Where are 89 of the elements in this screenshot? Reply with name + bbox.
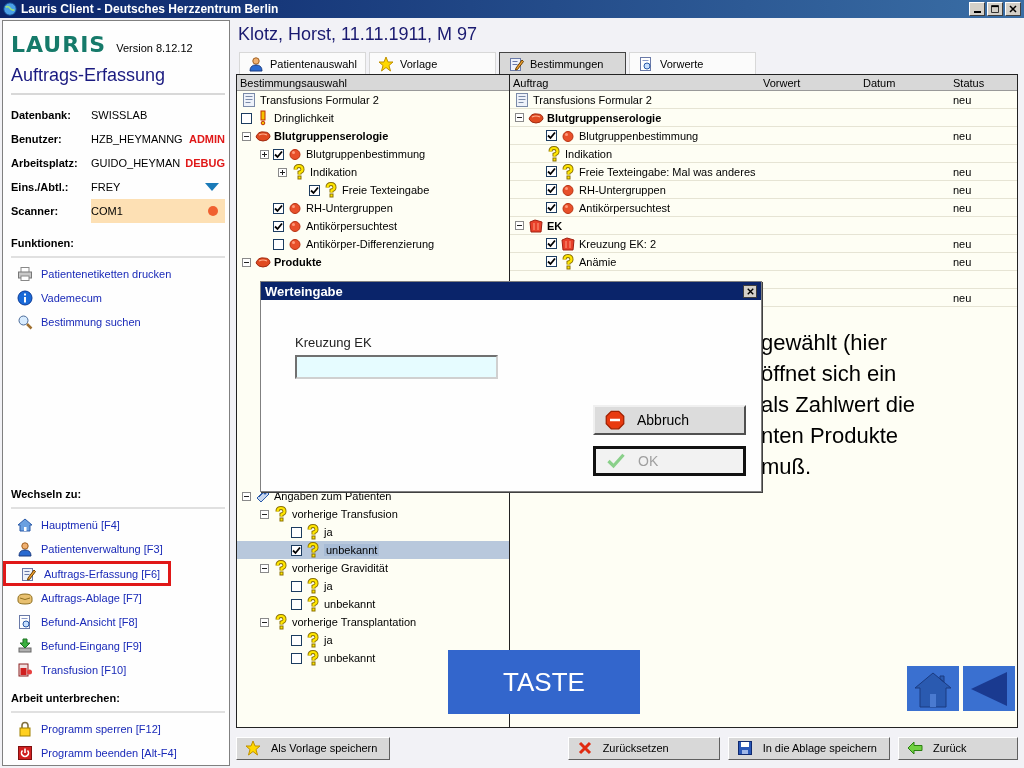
sidebar-link[interactable]: Patientenverwaltung [F3] [3,537,171,561]
tree-item-label[interactable]: ja [324,634,333,646]
overlay-button[interactable]: TASTE [448,650,640,714]
sidebar-link[interactable]: Bestimmung suchen [3,310,149,334]
footer-button[interactable]: Als Vorlage speichern [236,736,391,760]
cancel-button[interactable]: Abbruch [593,405,746,435]
info-value: HZB_HEYMANNG [91,133,184,145]
column-header: Auftrag [513,76,550,89]
section-heading: Wechseln zu: [11,488,225,509]
sidebar-link[interactable]: Befund-Ansicht [F8] [3,610,146,634]
tab[interactable]: Vorwerte [629,52,756,74]
tree-item-label[interactable]: Kreuzung EK: 2 [579,237,657,250]
tree-item-label[interactable]: Freie Texteingabe: Mal was anderes [579,165,756,178]
sidebar-link[interactable]: Auftrags-Ablage [F7] [3,586,150,610]
tab[interactable]: Vorlage [369,52,496,74]
tree-item-label[interactable]: vorherige Transplantation [292,616,417,628]
tree-item-label[interactable]: Blutgruppenbestimmung [579,129,699,142]
tree-item-label[interactable]: Blutgruppenserologie [547,111,662,124]
footer-button[interactable]: In die Ablage speichern [727,736,890,760]
module-title: Auftrags-Erfassung [11,65,225,95]
role-label: DEBUG [185,157,225,169]
tab[interactable]: Patientenauswahl [239,52,366,74]
sidebar-link[interactable]: Befund-Eingang [F9] [3,634,150,658]
column-header: Vorwert [763,76,802,89]
dialog-title: Werteingabe [265,283,343,299]
tree-item-label[interactable]: EK [547,219,563,232]
overlay-text: nten Produkte [761,422,899,450]
tree-item-label[interactable]: Indikation [310,166,358,178]
overlay-text: als Zahlwert die [761,391,916,419]
tab[interactable]: Bestimmungen [499,52,626,74]
sidebar-link[interactable]: Patientenetiketten drucken [3,262,180,286]
info-value: SWISSLAB [91,109,149,121]
status-cell-text: neu [952,201,973,214]
overlay-text: muß. [761,453,813,481]
tree-item-label[interactable]: Antikörpersuchtest [579,201,671,214]
info-value: FREY [91,181,122,193]
tree-item-label[interactable]: Produkte [274,256,322,268]
tree-item-label[interactable]: Indikation [565,147,613,160]
tree-item-label[interactable]: Freie Texteingabe [342,184,430,196]
patient-header: Klotz, Horst, 11.11.1911, M 97 [237,23,479,46]
tree-item-label[interactable]: vorherige Gravidität [292,562,388,574]
sidebar-link[interactable]: Auftrags-Erfassung [F6] [3,561,172,586]
tree-item-label[interactable]: Transfusions Formular 2 [260,94,379,106]
tree-item-label[interactable]: unbekannt [324,652,376,664]
status-cell-text: neu [952,183,973,196]
status-cell-text: neu [952,291,973,304]
column-header: Datum [863,76,897,89]
tree-item-label[interactable]: RH-Untergruppen [579,183,666,196]
window-title: Lauris Client - Deutsches Herzzentrum Berlin [21,2,279,16]
tree-item-label[interactable]: unbekannt [324,544,380,556]
section-heading: Funktionen: [11,237,225,258]
tree-item-label[interactable]: ja [324,526,333,538]
sidebar-link[interactable]: Vademecum [3,286,110,310]
tree-item-label[interactable]: Blutgruppenserologie [274,130,389,142]
status-cell-text: neu [952,93,973,106]
tree-item-label[interactable]: Transfusions Formular 2 [533,93,652,106]
tree-item-label[interactable]: Anämie [579,255,617,268]
footer-button[interactable]: Zurücksetzen [567,736,720,760]
info-label: Datenbank: [11,109,72,121]
overlay-text: öffnet sich ein [761,360,898,388]
sidebar-link[interactable]: Hauptmenü [F4] [3,513,128,537]
status-cell-text: neu [952,237,973,250]
tree-item-label[interactable]: unbekannt [324,598,376,610]
tree-item-label[interactable]: ja [324,580,333,592]
status-cell-text: neu [952,255,973,268]
tree-item-label[interactable]: RH-Untergruppen [306,202,393,214]
tree-item-label[interactable]: vorherige Transfusion [292,508,398,520]
info-label: Benutzer: [11,133,63,145]
section-heading: Arbeit unterbrechen: [11,692,225,713]
overlay-text: gewählt (hier [761,329,888,357]
column-header: Status [953,76,986,89]
logo: LAURIS [11,33,107,57]
info-label: Arbeitsplatz: [11,157,79,169]
version-label: Version 8.12.12 [116,42,193,56]
tree-item-label[interactable]: Antikörpersuchtest [306,220,398,232]
tree-item-label[interactable]: Antikörper-Differenzierung [306,238,435,250]
info-label: Eins./Abtl.: [11,181,70,193]
sidebar-link[interactable]: Programm sperren [F12] [3,717,169,741]
field-label: Kreuzung EK [295,335,373,350]
tree-item-label[interactable]: Blutgruppenbestimmung [306,148,426,160]
status-cell-text: neu [952,165,973,178]
column-header: Bestimmungsauswahl [240,76,347,89]
sidebar-link[interactable]: Transfusion [F10] [3,658,135,682]
sidebar-link[interactable]: Programm beenden [Alt-F4] [3,741,185,765]
info-value: GUIDO_HEYMAN [91,157,182,169]
status-cell-text: neu [952,129,973,142]
role-label: ADMIN [188,133,225,145]
footer-button[interactable]: Zurück [898,736,1018,760]
tree-item-label[interactable]: Dringlichkeit [274,112,334,124]
